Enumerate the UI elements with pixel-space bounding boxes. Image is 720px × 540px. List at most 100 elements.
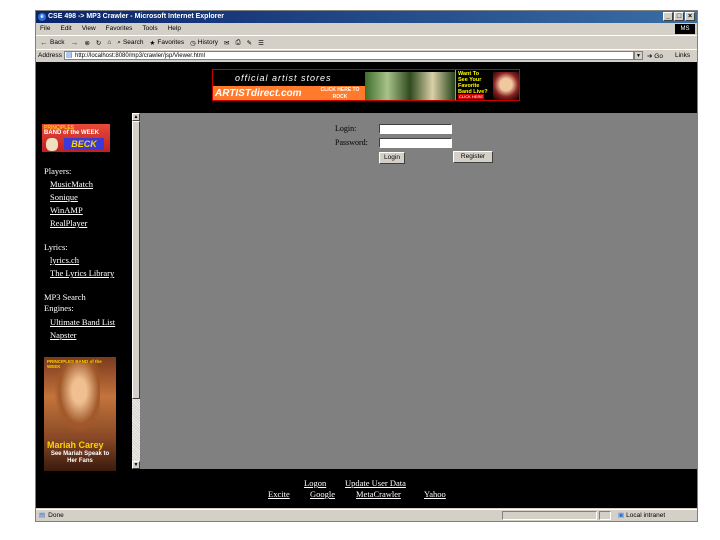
menu-favorites[interactable]: Favorites — [106, 23, 133, 35]
status-segment-small — [599, 511, 611, 520]
back-arrow-icon: ← — [40, 38, 48, 47]
scroll-down-button[interactable]: ▼ — [132, 461, 140, 469]
login-label: Login: — [335, 124, 357, 133]
address-input[interactable]: ▤ http://localhost:8080/mp3/crawler/jsp/… — [64, 51, 634, 60]
status-segment — [502, 511, 597, 520]
mail-icon: ✉ — [224, 39, 230, 47]
players-heading: Players: — [44, 166, 72, 176]
search-engines-heading-1: MP3 Search — [44, 292, 86, 302]
link-winamp[interactable]: WinAMP — [50, 205, 83, 215]
stop-icon: ⊗ — [84, 39, 90, 47]
address-dropdown-button[interactable]: ▼ — [634, 51, 643, 60]
search-engines-heading-2: Engines: — [44, 303, 74, 313]
print-icon: ⎙ — [235, 38, 241, 46]
link-sonique[interactable]: Sonique — [50, 192, 78, 202]
discuss-button[interactable]: ☰ — [258, 39, 264, 47]
print-button[interactable]: ⎙ — [235, 39, 240, 47]
password-label: Password: — [335, 138, 368, 147]
address-label: Address — [38, 52, 62, 59]
forward-button[interactable]: → — [70, 38, 78, 47]
maximize-button[interactable]: □ — [674, 12, 684, 21]
banner-cta: CLICK HERE TO ROCK — [320, 87, 360, 100]
address-bar: Address ▤ http://localhost:8080/mp3/craw… — [36, 49, 697, 61]
menu-view[interactable]: View — [82, 23, 96, 35]
footer-link-google[interactable]: Google — [310, 489, 335, 499]
link-musicmatch[interactable]: MusicMatch — [50, 179, 93, 189]
login-button[interactable]: Login — [379, 152, 405, 164]
mail-button[interactable]: ✉ — [224, 39, 229, 47]
title-bar[interactable]: e CSE 498 -> MP3 Crawler - Microsoft Int… — [36, 11, 697, 23]
minimize-button[interactable]: _ — [663, 12, 673, 21]
lyrics-heading: Lyrics: — [44, 242, 68, 252]
menu-bar: File Edit View Favorites Tools Help — [36, 23, 697, 35]
sidebar-scrollbar[interactable]: ▲ ▼ — [132, 113, 140, 469]
register-button[interactable]: Register — [453, 151, 493, 163]
banner-click-label: CLICK HERE — [458, 94, 485, 99]
refresh-button[interactable]: ↻ — [96, 39, 101, 47]
password-input[interactable] — [379, 138, 452, 148]
banner-brand: ARTISTdirect.com — [215, 88, 302, 99]
scroll-track[interactable] — [132, 399, 140, 461]
scroll-thumb[interactable] — [132, 121, 140, 399]
history-icon: ◷ — [190, 39, 196, 47]
intranet-icon: ▣ — [618, 512, 625, 519]
logo-band-name: BECK — [64, 138, 104, 150]
links-button[interactable]: Links — [675, 52, 695, 59]
standard-toolbar: ← Back → ⊗ ↻ ⌂ ⌕ Search ★ Favorites ◷ Histor… — [36, 35, 697, 49]
windows-logo-icon: MS — [675, 24, 695, 34]
menu-file[interactable]: File — [40, 23, 50, 35]
promo-name: Mariah Carey — [47, 440, 104, 450]
window-title: CSE 498 -> MP3 Crawler - Microsoft Inter… — [48, 13, 225, 20]
logo-figure-icon — [46, 138, 58, 151]
discuss-icon: ☰ — [258, 39, 264, 47]
browser-window: e CSE 498 -> MP3 Crawler - Microsoft Int… — [35, 10, 698, 522]
footer-link-metacrawler[interactable]: MetaCrawler — [356, 489, 401, 499]
page-viewport: official artist stores ARTISTdirect.com … — [36, 62, 697, 508]
footer-link-yahoo[interactable]: Yahoo — [424, 489, 446, 499]
go-button[interactable]: ➔ Go — [647, 52, 675, 60]
artistdirect-banner-ad[interactable]: official artist stores ARTISTdirect.com … — [212, 69, 520, 101]
home-icon: ⌂ — [107, 39, 112, 46]
link-napster[interactable]: Napster — [50, 330, 76, 340]
status-bar: ▤ Done ▣ Local intranet — [36, 509, 697, 521]
footer-link-update-user-data[interactable]: Update User Data — [345, 478, 406, 488]
menu-help[interactable]: Help — [168, 23, 181, 35]
banner-photo — [365, 72, 455, 100]
left-sidebar: PRINCIPLES BAND of the WEEK BECK Players… — [36, 115, 132, 471]
search-button[interactable]: ⌕ Search — [117, 39, 143, 47]
history-button[interactable]: ◷ History — [190, 39, 218, 47]
promo-subtext: See Mariah Speak to Her Fans — [50, 451, 110, 464]
security-zone: ▣ Local intranet — [618, 512, 666, 519]
footer-link-logon[interactable]: Logon — [304, 478, 326, 488]
link-realplayer[interactable]: RealPlayer — [50, 218, 87, 228]
menu-edit[interactable]: Edit — [60, 23, 71, 35]
main-frame: Login: Password: Login Register — [140, 113, 697, 469]
login-input[interactable] — [379, 124, 452, 134]
address-url: http://localhost:8080/mp3/crawler/jsp/Vi… — [75, 53, 205, 59]
menu-tools[interactable]: Tools — [142, 23, 157, 35]
search-icon: ⌕ — [117, 38, 121, 46]
mariah-carey-promo[interactable]: PRINCIPLES BAND of the WEEK Mariah Carey… — [44, 357, 116, 471]
banner-right-text: Want To See Your Favorite Band Live? — [458, 71, 488, 95]
forward-arrow-icon: → — [70, 38, 79, 47]
page-icon: ▤ — [66, 52, 73, 59]
link-lyrics-ch[interactable]: lyrics.ch — [50, 255, 79, 265]
page-status-icon: ▤ — [39, 512, 46, 519]
link-ultimate-band-list[interactable]: Ultimate Band List — [50, 317, 115, 327]
footer-link-excite[interactable]: Excite — [268, 489, 290, 499]
stop-button[interactable]: ⊗ — [84, 39, 89, 47]
close-button[interactable]: × — [685, 12, 695, 21]
edit-icon: ✎ — [246, 39, 253, 47]
back-button[interactable]: ← Back — [40, 38, 64, 47]
band-of-week-logo[interactable]: PRINCIPLES BAND of the WEEK BECK — [42, 124, 110, 152]
banner-face-image — [493, 72, 519, 100]
promo-photo — [54, 363, 100, 433]
promo-top-text: PRINCIPLES BAND of the WEEK — [47, 359, 102, 369]
scroll-up-button[interactable]: ▲ — [132, 113, 140, 121]
home-button[interactable]: ⌂ — [107, 39, 111, 46]
favorites-button[interactable]: ★ Favorites — [150, 39, 185, 47]
star-icon: ★ — [149, 39, 156, 47]
link-lyrics-library[interactable]: The Lyrics Library — [50, 268, 114, 278]
edit-button[interactable]: ✎ — [247, 39, 252, 47]
refresh-icon: ↻ — [95, 39, 102, 47]
